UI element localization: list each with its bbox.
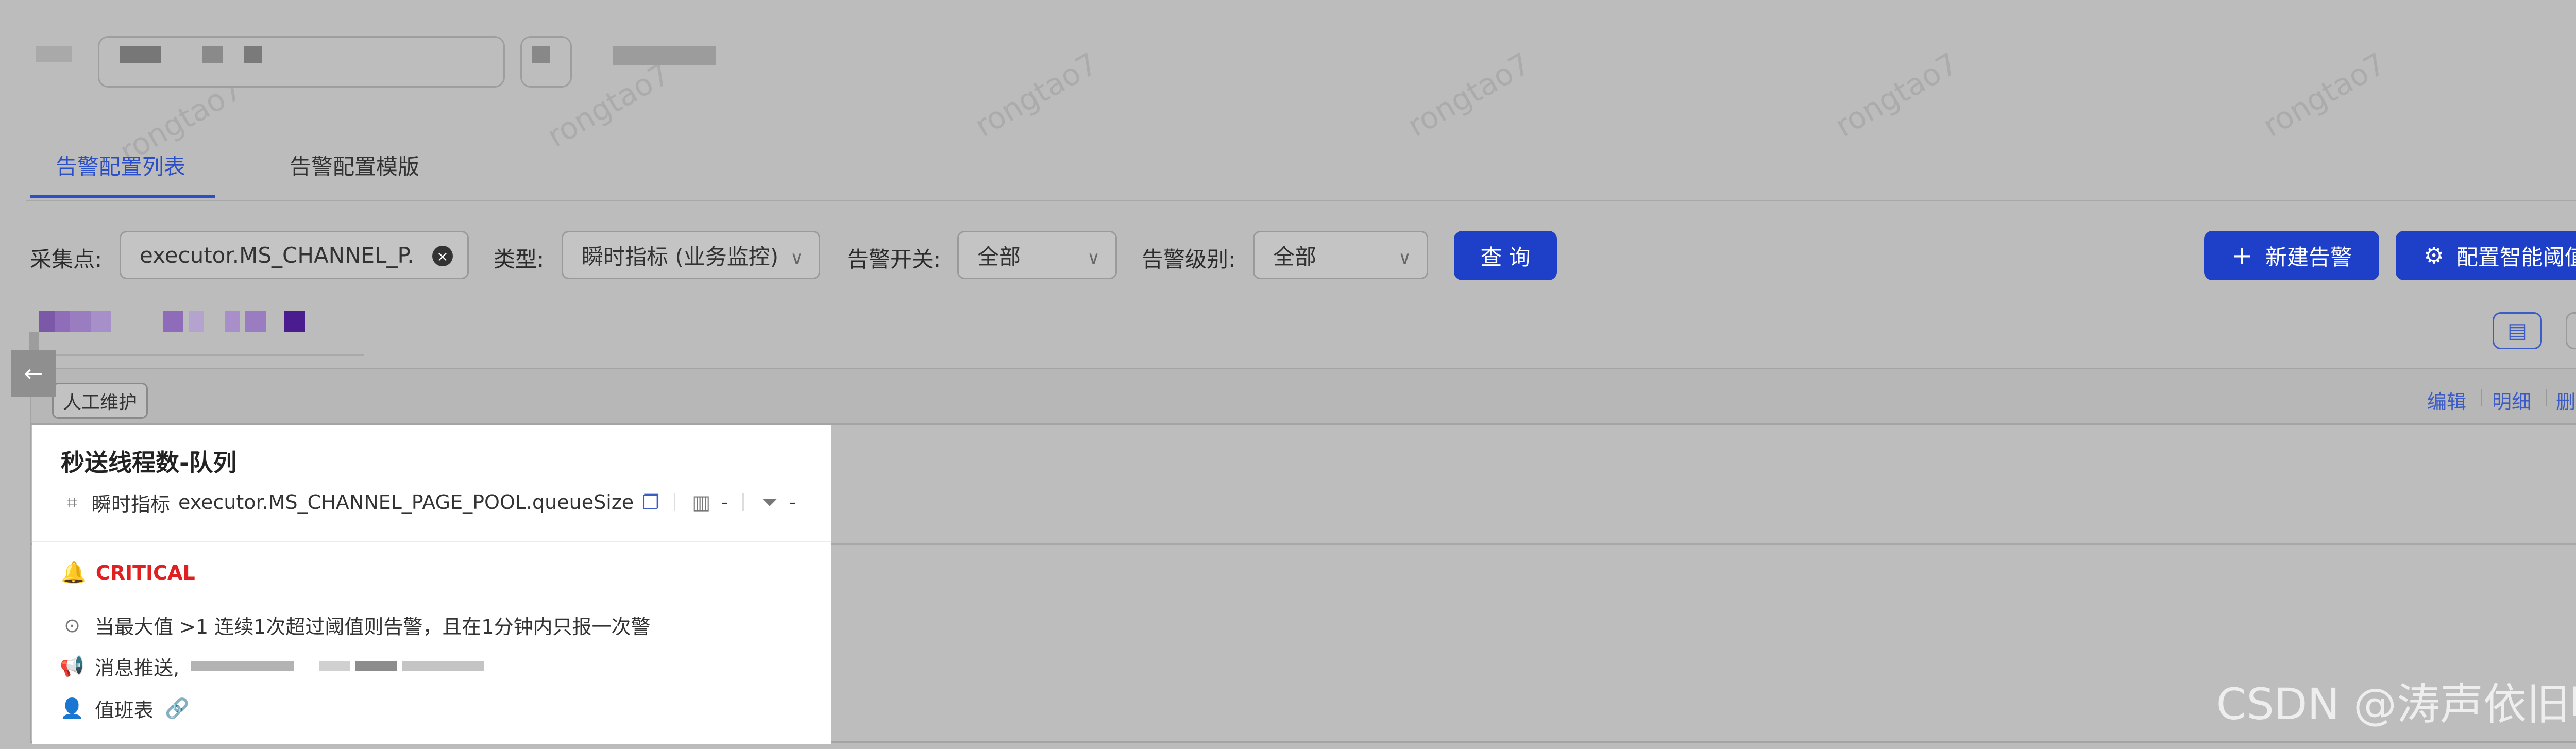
config-threshold-button[interactable]: ⚙ 配置智能阈值 — [2396, 231, 2576, 280]
collect-point-input[interactable]: executor.MS_CHANNEL_P. × — [120, 231, 469, 279]
blurred-block — [39, 311, 55, 332]
rule-row: ⊙ 当最大值 >1 连续1次超过阈值则告警，且在1分钟内只报一次警 — [61, 611, 651, 639]
gear-icon: ⚙ — [2424, 242, 2444, 269]
chevron-down-icon: ∨ — [790, 248, 803, 268]
metric-name: executor.MS_CHANNEL_PAGE_POOL.queueSize — [178, 491, 634, 514]
card-title: 秒送线程数-队列 — [61, 449, 237, 476]
active-tab-underline — [30, 195, 215, 198]
type-select[interactable]: 瞬时指标 (业务监控) ∨ — [562, 231, 820, 279]
push-row: 📢 消息推送, — [60, 652, 489, 680]
push-label: 消息推送, — [95, 657, 180, 679]
card-view-toggle[interactable]: ▤ — [2493, 312, 2542, 349]
link-divider — [2481, 389, 2482, 406]
filter-row: 采集点: executor.MS_CHANNEL_P. × 类型: 瞬时指标 (… — [0, 227, 2576, 283]
watermark-text: rongtao7 — [1401, 45, 1536, 144]
link-divider — [2546, 389, 2547, 406]
tab-alarm-config-template[interactable]: 告警配置模版 — [290, 149, 419, 181]
collect-point-label: 采集点: — [30, 247, 103, 272]
filter-icon: ⏷ — [761, 490, 778, 514]
config-threshold-label: 配置智能阈值 — [2456, 244, 2576, 270]
blurred-block — [55, 311, 70, 332]
separator — [674, 493, 676, 511]
blurred-block — [532, 46, 550, 63]
breadcrumb-box[interactable] — [98, 36, 505, 88]
level-row: 🔔 CRITICAL — [61, 560, 195, 585]
alarm-level-text: CRITICAL — [95, 561, 195, 584]
blurred-recipients — [191, 661, 489, 672]
card-divider — [32, 541, 831, 542]
query-button[interactable]: 查 询 — [1454, 231, 1557, 280]
blurred-block — [189, 311, 204, 332]
alarm-switch-label: 告警开关: — [847, 247, 941, 272]
watermark-text: rongtao7 — [969, 45, 1104, 144]
clear-icon[interactable]: × — [432, 246, 453, 266]
prev-arrow-button[interactable]: ← — [11, 350, 56, 397]
field-b-value: - — [789, 491, 796, 514]
obscured-strip — [29, 311, 364, 358]
separator — [742, 493, 744, 511]
type-value: 瞬时指标 (业务监控) — [582, 244, 779, 269]
watermark-text: rongtao7 — [1829, 45, 1964, 144]
blurred-block — [202, 46, 223, 63]
edit-link[interactable]: 编辑 — [2427, 386, 2466, 414]
blurred-block — [284, 311, 305, 332]
plus-icon: + — [2231, 241, 2253, 270]
tab-alarm-config-list[interactable]: 告警配置列表 — [56, 149, 185, 181]
blurred-block — [29, 332, 39, 352]
alarm-switch-select[interactable]: 全部 ∨ — [957, 231, 1117, 279]
new-alarm-label: 新建告警 — [2265, 244, 2352, 270]
blurred-block — [163, 311, 183, 332]
footer-watermark: CSDN @涛声依旧叭 — [2216, 679, 2576, 729]
blurred-block — [70, 311, 91, 332]
blurred-block — [245, 311, 266, 332]
detail-link[interactable]: 明细 — [2492, 386, 2531, 414]
maintenance-tag: 人工维护 — [52, 383, 148, 419]
breadcrumb-box-small[interactable] — [520, 36, 572, 88]
blurred-block — [613, 46, 716, 65]
table-view-toggle[interactable]: ▦ — [2566, 312, 2576, 349]
user-icon: 👤 — [60, 697, 84, 720]
new-alarm-button[interactable]: + 新建告警 — [2204, 231, 2379, 280]
type-label: 类型: — [494, 247, 545, 272]
blurred-block — [120, 46, 161, 63]
play-circle-icon: ⊙ — [64, 614, 80, 637]
scan-icon: ⌗ — [66, 490, 78, 514]
blurred-block — [244, 46, 262, 63]
collect-point-value: executor.MS_CHANNEL_P. — [140, 242, 414, 268]
chevron-down-icon: ∨ — [1087, 248, 1100, 268]
delete-link[interactable]: 删除 — [2556, 386, 2576, 414]
rule-text: 当最大值 >1 连续1次超过阈值则告警，且在1分钟内只报一次警 — [95, 616, 651, 638]
list-item-header: 人工维护 编辑 明细 删除 — [31, 369, 2576, 425]
tab-divider — [26, 200, 2576, 201]
table-icon: ▥ — [692, 491, 711, 514]
chevron-down-icon: ∨ — [1398, 248, 1411, 268]
blurred-block — [225, 311, 240, 332]
alarm-bell-icon: 🔔 — [61, 561, 87, 585]
megaphone-icon: 📢 — [60, 655, 84, 677]
blurred-block — [36, 46, 72, 62]
divider — [29, 354, 364, 356]
copy-icon[interactable]: ❐ — [642, 491, 659, 514]
duty-label: 值班表 — [95, 699, 154, 722]
alarm-card[interactable]: 秒送线程数-队列 ⌗ 瞬时指标 executor.MS_CHANNEL_PAGE… — [32, 425, 831, 744]
metric-row: ⌗ 瞬时指标 executor.MS_CHANNEL_PAGE_POOL.que… — [61, 489, 796, 516]
alarm-level-value: 全部 — [1273, 244, 1317, 269]
duty-row: 👤 值班表 🔗 — [60, 694, 189, 723]
alarm-level-select[interactable]: 全部 ∨ — [1253, 231, 1428, 279]
alarm-level-label: 告警级别: — [1142, 247, 1236, 272]
header-breadcrumb — [26, 36, 747, 93]
blurred-block — [91, 311, 111, 332]
field-a-value: - — [721, 491, 728, 514]
alarm-switch-value: 全部 — [977, 244, 1021, 269]
link-icon[interactable]: 🔗 — [165, 697, 189, 720]
watermark-text: rongtao7 — [2257, 45, 2392, 144]
arrow-left-icon: ← — [24, 360, 43, 387]
list-icon: ▤ — [2507, 319, 2527, 343]
metric-type: 瞬时指标 — [92, 492, 171, 516]
tab-bar: 告警配置列表 告警配置模版 — [26, 139, 2576, 201]
